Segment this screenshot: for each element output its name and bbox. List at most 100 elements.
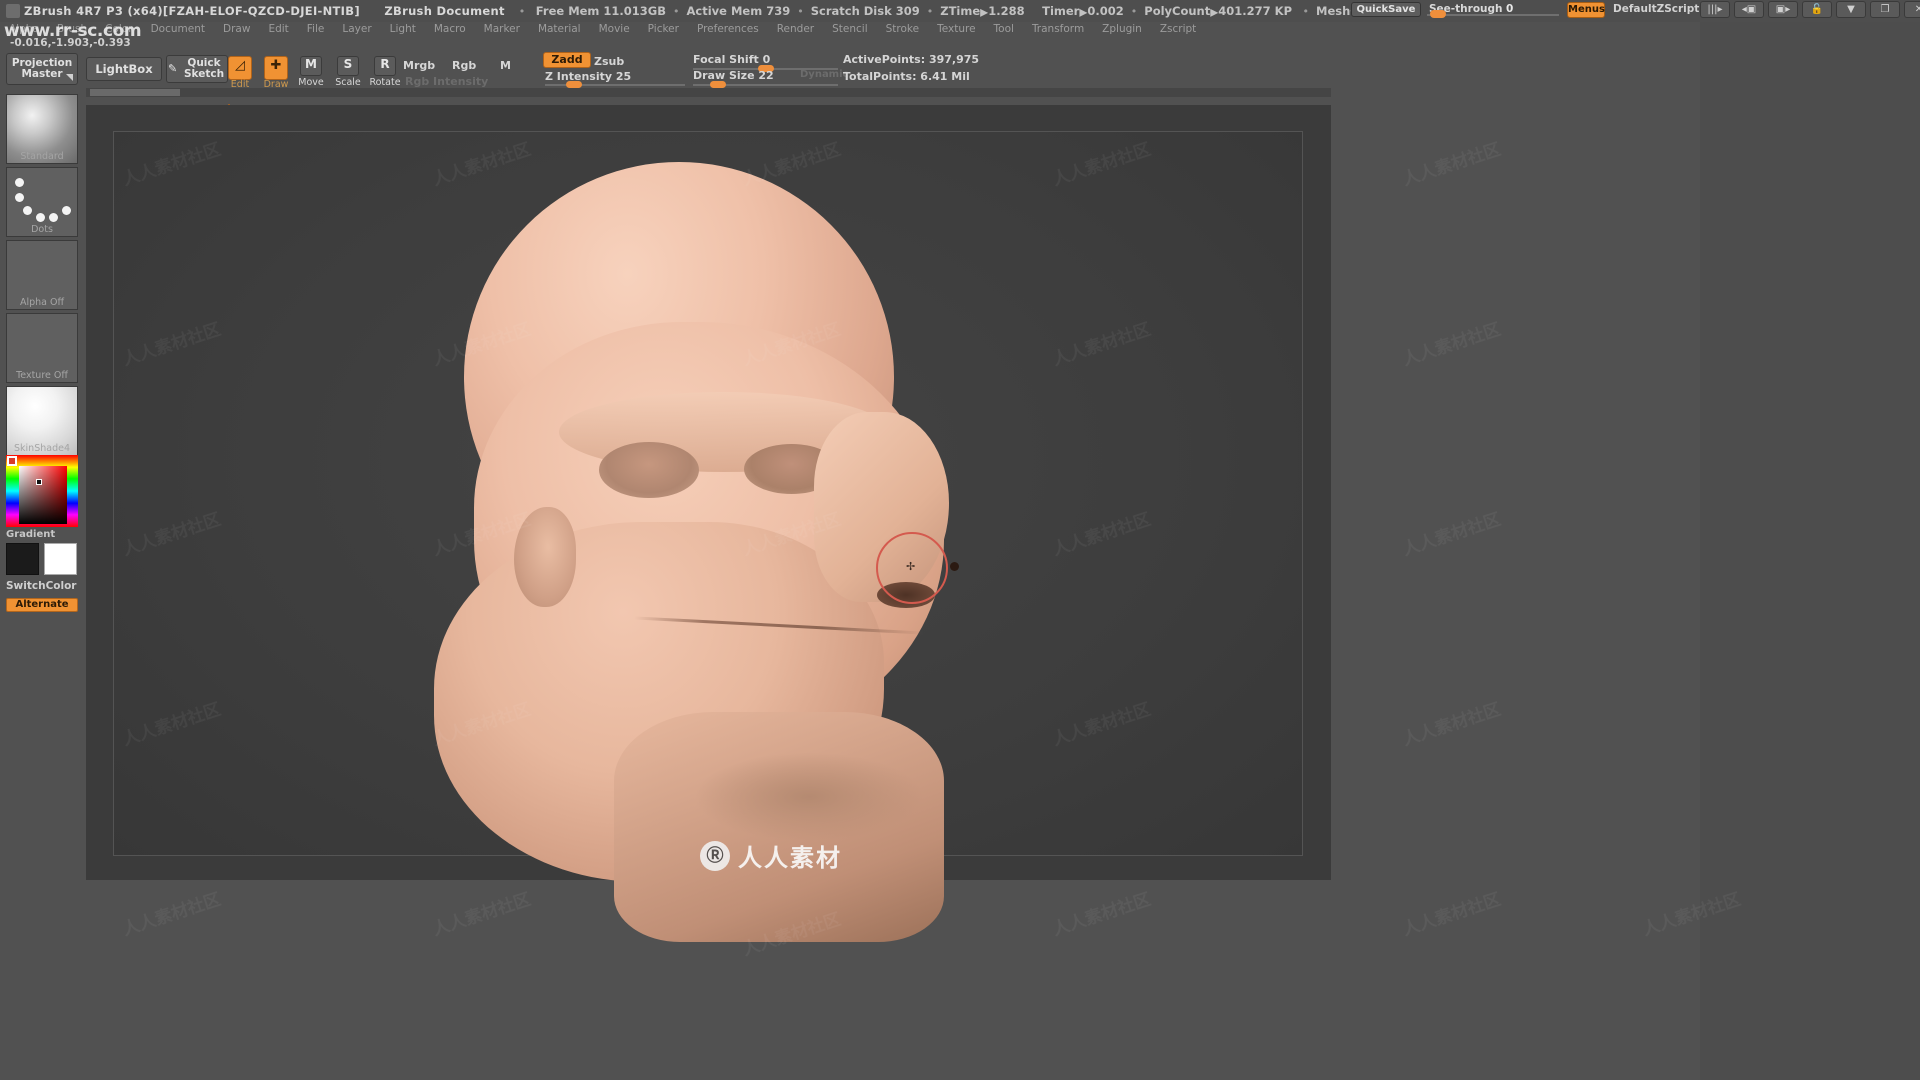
canvas-scrollbar[interactable] [86, 88, 1331, 97]
menus-button[interactable]: Menus [1567, 2, 1605, 18]
draw-size-label[interactable]: Draw Size 22 [693, 69, 774, 82]
main-toolbar: Projection Master LightBox Quick Sketch … [0, 48, 1920, 106]
menu-item[interactable]: Transform [1032, 23, 1084, 35]
switch-color-label[interactable]: SwitchColor [6, 580, 77, 592]
sliders-icon[interactable]: |||▸ [1700, 1, 1730, 18]
right-panel: SimpleBrush mr_incredible_009 SubTool Ge… [1700, 22, 1920, 1080]
chevron-down-icon [66, 74, 73, 81]
stroke-dot [49, 213, 58, 222]
menu-item[interactable]: Zplugin [1102, 23, 1142, 35]
default-zscript-label: DefaultZScript [1613, 3, 1700, 15]
menu-item[interactable]: Render [777, 23, 814, 35]
color-cursor[interactable] [36, 479, 42, 485]
tile-watermark: 人人素材社区 [1400, 889, 1504, 941]
scratch-disk: Scratch Disk 309 [810, 4, 920, 18]
menu-item[interactable]: Layer [342, 23, 371, 35]
active-mem: Active Mem 739 [686, 4, 791, 18]
edit-icon: ◿ [235, 58, 245, 73]
move-icon: M [305, 57, 317, 71]
zbrush-window: ZBrush 4R7 P3 (x64)[FZAH-ELOF-QZCD-DJEI-… [0, 0, 1920, 1080]
ear-shape [514, 507, 576, 607]
projection-master-button[interactable]: Projection Master [6, 53, 78, 85]
canvas-scrollbar-thumb[interactable] [90, 89, 180, 96]
bullet6: • [1299, 4, 1310, 18]
free-mem: Free Mem 11.013GB [535, 4, 667, 18]
menu-item[interactable]: Picker [648, 23, 679, 35]
stroke-dot [15, 193, 24, 202]
draw-icon: ✚ [270, 58, 282, 73]
menu-item[interactable]: Light [390, 23, 416, 35]
z-intensity-label[interactable]: Z Intensity 25 [545, 70, 631, 83]
z-intensity-slider-knob[interactable] [566, 81, 582, 88]
menu-bar: Alpha Brush Color Document Draw Edit Fil… [0, 22, 1920, 36]
close-icon[interactable]: ✕ [1904, 1, 1920, 18]
primary-color-swatch[interactable] [6, 543, 39, 575]
polycount-value: 401.277 KP [1218, 4, 1293, 18]
menu-item[interactable]: Stencil [832, 23, 868, 35]
see-through-slider-track[interactable] [1427, 14, 1559, 16]
rgb-button[interactable]: Rgb [452, 59, 476, 72]
window-controls: |||▸ ◂▣ ▣▸ 🔓 ▼ ❐ ✕ [1700, 1, 1920, 18]
menu-item[interactable]: Movie [599, 23, 630, 35]
menu-item[interactable]: Texture [937, 23, 975, 35]
active-points-stat: ActivePoints: 397,975 [843, 53, 980, 66]
see-through-slider-knob[interactable] [1430, 10, 1446, 18]
material-label: SkinShade4 [14, 443, 70, 454]
canvas-viewport[interactable]: ✢ [113, 131, 1303, 942]
value-overlay[interactable] [19, 466, 67, 524]
scale-icon: S [343, 57, 353, 71]
menu-item[interactable]: Document [151, 23, 205, 35]
tile-watermark: 人人素材社区 [1400, 319, 1504, 371]
gradient-label[interactable]: Gradient [6, 529, 55, 540]
prev-subtool-icon[interactable]: ◂▣ [1734, 1, 1764, 18]
rotate-label: Rotate [369, 77, 401, 88]
brush-cursor-center: ✢ [906, 560, 916, 573]
ztime-arrow: ▸ [980, 1, 989, 21]
brush-cursor-handle[interactable] [950, 562, 959, 571]
zsub-button[interactable]: Zsub [594, 55, 624, 68]
menu-item[interactable]: Zscript [1160, 23, 1196, 35]
m-button[interactable]: M [500, 59, 511, 72]
draw-size-slider-knob[interactable] [710, 81, 726, 88]
alternate-button[interactable]: Alternate [6, 598, 78, 612]
total-points-stat: TotalPoints: 6.41 Mil [843, 70, 970, 83]
menu-item[interactable]: Draw [223, 23, 250, 35]
quicksave-button[interactable]: QuickSave [1351, 2, 1421, 17]
dynamic-toggle[interactable]: Dynamic [800, 69, 848, 80]
zadd-button[interactable]: Zadd [543, 52, 591, 68]
menu-item[interactable]: Tool [994, 23, 1014, 35]
watermark-logo-text: 人人素材 [738, 844, 842, 872]
color-picker[interactable] [6, 455, 78, 527]
bullet2: • [673, 4, 680, 18]
focal-shift-label[interactable]: Focal Shift 0 [693, 53, 770, 66]
menu-item[interactable]: Marker [484, 23, 520, 35]
menu-item[interactable]: Material [538, 23, 581, 35]
secondary-color-swatch[interactable] [44, 543, 77, 575]
restore-icon[interactable]: ❐ [1870, 1, 1900, 18]
polycount-arrow: ▸ [1210, 1, 1219, 21]
mrgb-button[interactable]: Mrgb [403, 59, 435, 72]
bullet4: • [926, 4, 934, 18]
document-title: ZBrush Document [384, 4, 505, 18]
next-subtool-icon[interactable]: ▣▸ [1768, 1, 1798, 18]
menu-item[interactable]: File [307, 23, 325, 35]
polycount-label: PolyCount [1144, 4, 1211, 18]
menu-item[interactable]: Edit [268, 23, 288, 35]
spacer1 [367, 5, 378, 18]
bullet3: • [797, 4, 804, 18]
menu-item[interactable]: Macro [434, 23, 466, 35]
rgb-intensity-label[interactable]: Rgb Intensity [405, 75, 488, 88]
lock-icon[interactable]: 🔓 [1802, 1, 1832, 18]
stroke-label: Dots [31, 224, 53, 235]
lightbox-button[interactable]: LightBox [86, 57, 162, 81]
menu-item[interactable]: Preferences [697, 23, 759, 35]
canvas-area[interactable]: ✢ [86, 105, 1331, 942]
stroke-dot [23, 206, 32, 215]
ztime-value: 1.288 [988, 4, 1025, 18]
menu-item[interactable]: Stroke [886, 23, 919, 35]
site-watermark: Ⓡ 人人素材 [700, 838, 842, 873]
minimize-icon[interactable]: ▼ [1836, 1, 1866, 18]
ztime-label: ZTime [940, 4, 981, 18]
tile-watermark: 人人素材社区 [120, 889, 224, 941]
stroke-dot [62, 206, 71, 215]
